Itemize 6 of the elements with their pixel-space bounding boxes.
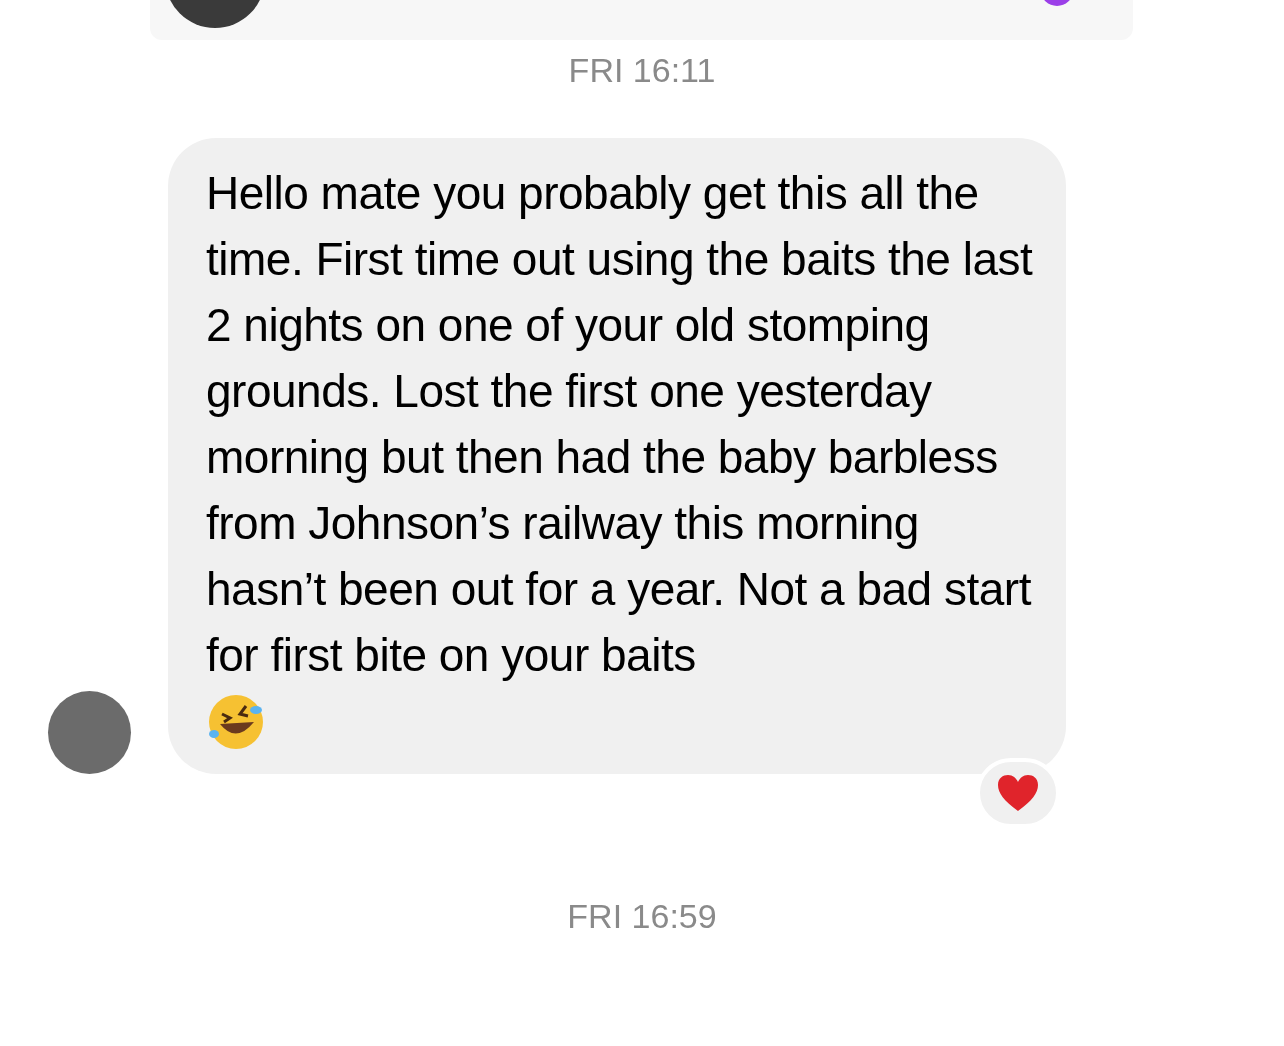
laughing-face-icon (206, 692, 266, 750)
timestamp: FRI 16:11 (568, 50, 716, 90)
message-text: Hello mate you probably get this all the time. First time out using the baits the last 2 nights on one of your old stomping grounds. Lost the first one yesterday morning but then had the baby barbless from Johnson’s railway this morning hasn’t been out for a year. Not a bad start for first bite on your baits (206, 166, 1034, 683)
heart-icon (996, 773, 1040, 813)
message-bubble[interactable] (168, 138, 1066, 774)
timestamp: FRI 16:59 (567, 896, 717, 936)
